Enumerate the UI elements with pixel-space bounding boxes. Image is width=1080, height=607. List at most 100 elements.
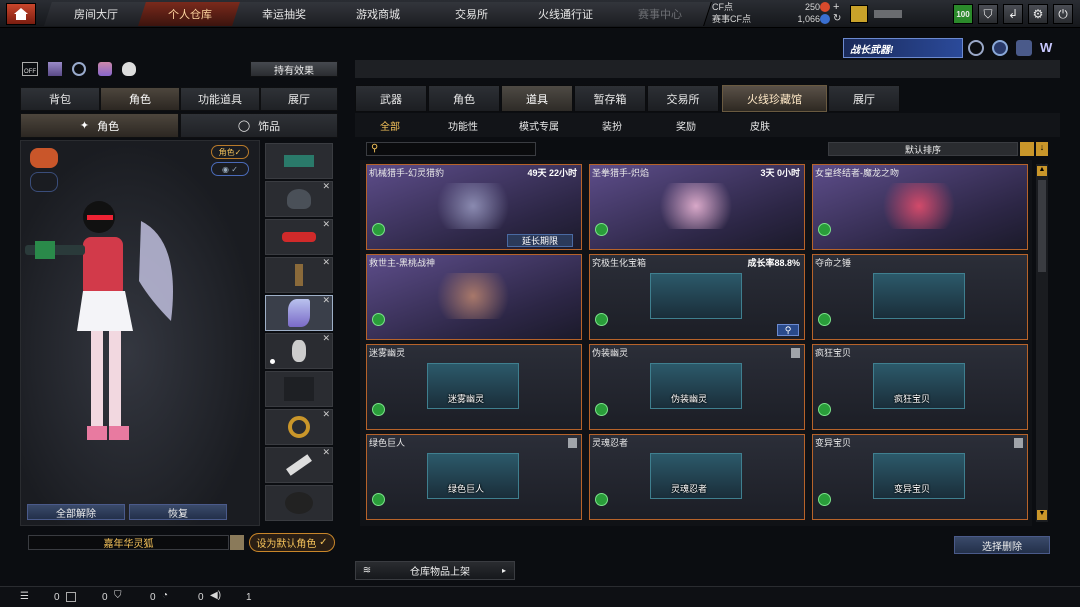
menu-icon[interactable]: ☰ — [20, 591, 29, 602]
item-card[interactable]: 究极生化宝箱 成长率88.8% ⚲ — [589, 254, 805, 340]
trash-icon[interactable] — [791, 348, 800, 358]
gear-icon[interactable]: ⚙ — [1028, 4, 1048, 24]
extend-button[interactable]: 延长期限 — [507, 234, 573, 247]
effects-button[interactable]: 持有效果 — [250, 61, 338, 77]
slot-weapon[interactable] — [265, 143, 333, 179]
restore-button[interactable]: 恢复 — [129, 504, 227, 520]
shield-status-icon[interactable]: ⛉ — [114, 590, 122, 601]
tab-showroom[interactable]: 展厅 — [260, 87, 338, 111]
remove-icon[interactable]: ✕ — [322, 409, 330, 420]
item-card[interactable]: 变异宝贝 变异宝贝 — [812, 434, 1028, 520]
remove-icon[interactable]: ✕ — [322, 181, 330, 192]
sort-direction-icon[interactable]: ↓ — [1036, 142, 1048, 156]
subtab-mode[interactable]: 模式专属 — [512, 117, 566, 133]
rtab-weapons[interactable]: 武器 — [355, 85, 427, 112]
item-card[interactable]: 迷雾幽灵 迷雾幽灵 — [366, 344, 582, 430]
style-icon[interactable] — [98, 62, 112, 76]
subtab-dressup[interactable]: 装扮 — [592, 117, 632, 133]
character-toggle-icon[interactable] — [30, 148, 58, 168]
rtab-storage-box[interactable]: 暂存箱 — [574, 85, 646, 112]
phone-icon[interactable] — [66, 592, 76, 602]
warehouse-listing-button[interactable]: ≋ 仓库物品上架 ▸ — [355, 561, 515, 580]
item-card[interactable]: 救世主-黑桃战神 — [366, 254, 582, 340]
remove-icon[interactable]: ✕ — [322, 219, 330, 230]
item-card[interactable]: 圣拳猎手-炽焰 3天 0小时 — [589, 164, 805, 250]
slot-ring[interactable]: ✕ — [265, 409, 333, 445]
slot-wings[interactable]: ✕ — [265, 295, 333, 331]
tab-lucky-draw[interactable]: 幸运抽奖 — [232, 2, 336, 26]
promo-banner[interactable]: 战长武器! — [843, 38, 963, 58]
shield-icon[interactable]: ⛉ — [978, 4, 998, 24]
subtab-rewards[interactable]: 奖励 — [666, 117, 706, 133]
return-icon[interactable]: ↲ — [1003, 4, 1023, 24]
item-card[interactable]: 灵魂忍者 灵魂忍者 — [589, 434, 805, 520]
view-toggle[interactable]: ◉ ✓ — [211, 162, 249, 176]
scroll-down-icon[interactable]: ▼ — [1037, 510, 1047, 520]
slot-shield[interactable] — [265, 485, 333, 521]
tab-event-center[interactable]: 赛事中心 — [608, 2, 712, 26]
rtab-exchange[interactable]: 交易所 — [647, 85, 719, 112]
power-icon[interactable]: ⏻ — [1053, 4, 1073, 24]
slot-glasses[interactable]: ✕ — [265, 219, 333, 255]
subtab-character[interactable]: ✦ 角色 — [20, 113, 179, 138]
character-viewport[interactable]: 角色 ✓ ◉ ✓ 全部解除 恢复 — [20, 140, 260, 526]
item-card[interactable]: 绿色巨人 绿色巨人 — [366, 434, 582, 520]
remove-icon[interactable]: ✕ — [322, 295, 330, 306]
scroll-thumb[interactable] — [1038, 180, 1046, 272]
tab-function-items[interactable]: 功能道具 — [180, 87, 260, 111]
slot-empty[interactable] — [265, 371, 333, 407]
refresh-icon[interactable]: ↻ — [833, 13, 841, 24]
tab-room-lobby[interactable]: 房间大厅 — [44, 2, 148, 26]
speaker-icon[interactable]: ◀) — [210, 590, 221, 601]
list-icon[interactable] — [230, 535, 244, 550]
subtab-functional[interactable]: 功能性 — [438, 117, 488, 133]
item-card[interactable]: 女皇终结者-魔龙之吻 — [812, 164, 1028, 250]
subtab-all[interactable]: 全部 — [370, 117, 410, 133]
tab-character[interactable]: 角色 — [100, 87, 180, 111]
tab-backpack[interactable]: 背包 — [20, 87, 100, 111]
add-cf-icon[interactable]: + — [833, 1, 839, 13]
slot-pendant[interactable]: ✕ — [265, 257, 333, 293]
tab-personal-storage[interactable]: 个人仓库 — [138, 2, 242, 26]
unequip-all-button[interactable]: 全部解除 — [27, 504, 125, 520]
subtab-accessory[interactable]: ◯ 饰品 — [180, 113, 338, 138]
item-card[interactable]: 伪装幽灵 伪装幽灵 — [589, 344, 805, 430]
rtab-showroom[interactable]: 展厅 — [828, 85, 900, 112]
remove-icon[interactable]: ✕ — [322, 333, 330, 344]
rtab-items[interactable]: 道具 — [501, 85, 573, 112]
slot-knife[interactable]: ✕ — [265, 447, 333, 483]
inspect-icon[interactable]: ⚲ — [777, 324, 799, 336]
sort-list-icon[interactable] — [1020, 142, 1034, 156]
chat-icon[interactable]: ◔ — [162, 590, 168, 601]
home-button[interactable] — [6, 3, 36, 25]
trash-icon[interactable] — [568, 438, 577, 448]
stats-icon[interactable] — [48, 62, 62, 76]
emblem-icon-2[interactable] — [992, 40, 1008, 56]
rtab-characters[interactable]: 角色 — [428, 85, 500, 112]
search-input[interactable]: ⚲ — [366, 142, 536, 156]
role-toggle[interactable]: 角色 ✓ — [211, 145, 249, 159]
emblem-icon-1[interactable] — [968, 40, 984, 56]
tab-game-mall[interactable]: 游戏商城 — [326, 2, 430, 26]
item-card[interactable]: 夺命之锤 — [812, 254, 1028, 340]
set-default-button[interactable]: 设为默认角色 ✓ — [249, 533, 335, 552]
tab-exchange[interactable]: 交易所 — [420, 2, 524, 26]
rotate-icon[interactable] — [72, 62, 86, 76]
trash-icon[interactable] — [1014, 438, 1023, 448]
select-delete-button[interactable]: 选择删除 — [954, 536, 1050, 554]
emblem-icon-3[interactable] — [1016, 40, 1032, 56]
slot-backpack[interactable]: ✕ — [265, 333, 333, 369]
scroll-up-icon[interactable]: ▲ — [1037, 166, 1047, 176]
tab-battle-pass[interactable]: 火线通行证 — [514, 2, 618, 26]
emblem-icon-4[interactable]: W — [1040, 40, 1058, 56]
toggle-off-icon[interactable]: OFF — [22, 62, 38, 76]
remove-icon[interactable]: ✕ — [322, 447, 330, 458]
subtab-skins[interactable]: 皮肤 — [740, 117, 780, 133]
slot-helmet[interactable]: ✕ — [265, 181, 333, 217]
sort-dropdown[interactable]: 默认排序 — [828, 142, 1018, 156]
remove-icon[interactable]: ✕ — [322, 257, 330, 268]
rtab-collection[interactable]: 火线珍藏馆 — [722, 85, 827, 112]
scrollbar[interactable]: ▲ ▼ — [1036, 164, 1048, 522]
bag-icon[interactable] — [122, 62, 136, 76]
item-card[interactable]: 疯狂宝贝 疯狂宝贝 — [812, 344, 1028, 430]
